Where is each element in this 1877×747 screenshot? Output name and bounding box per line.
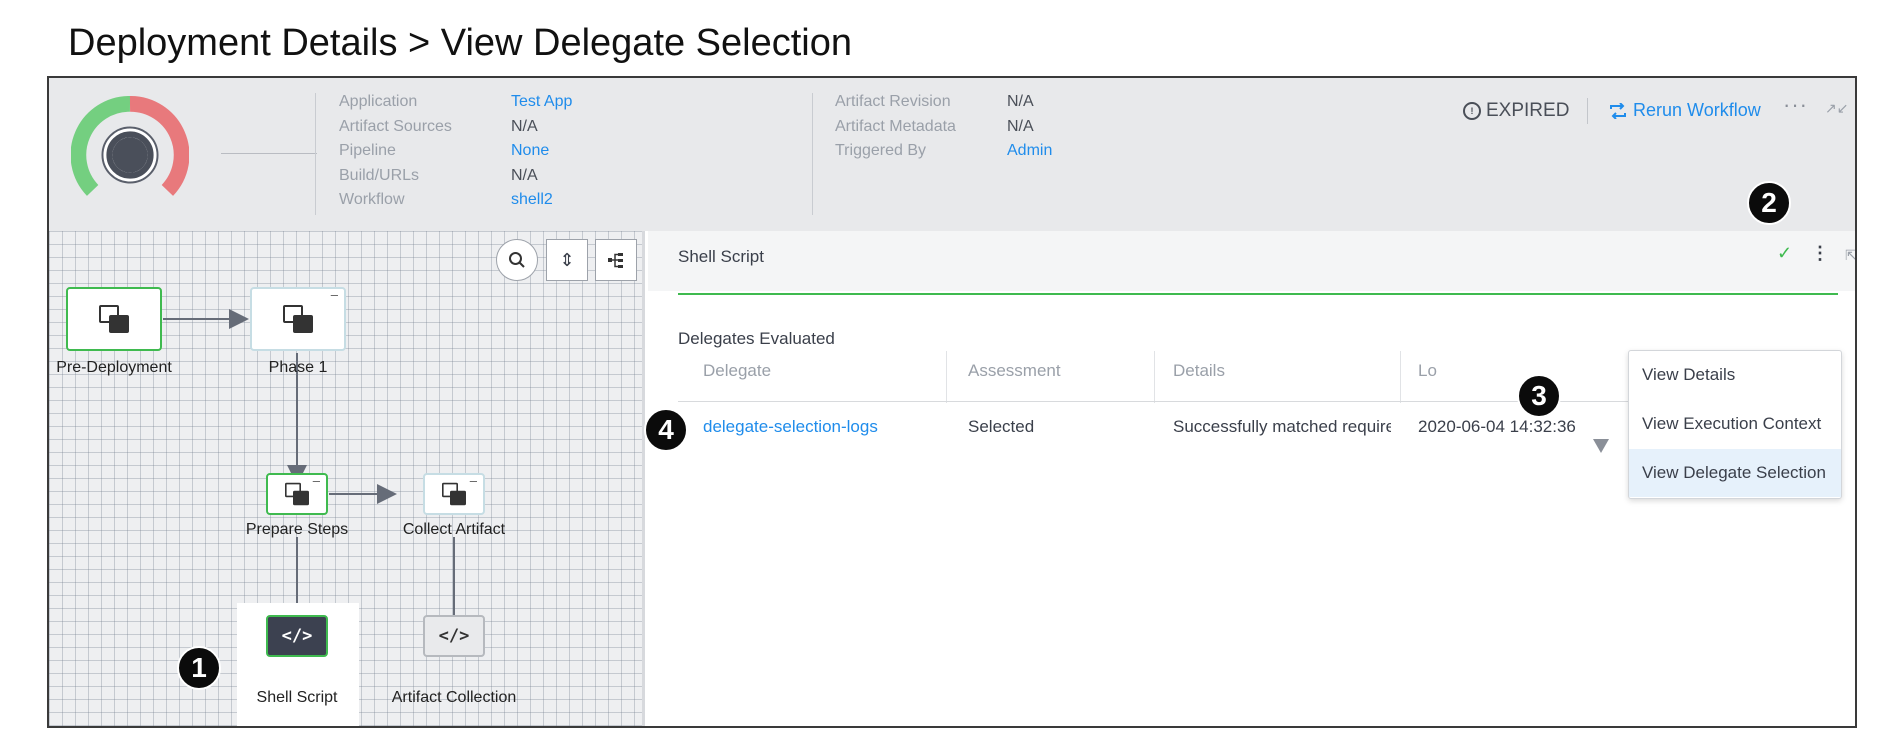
callout-4: 4 <box>644 408 688 452</box>
node-label: Shell Script <box>256 689 338 706</box>
page-title: Deployment Details > View Delegate Selec… <box>68 22 853 64</box>
status-bar <box>678 293 1838 295</box>
success-check-icon: ✓ <box>1777 243 1793 263</box>
info-labels-left: Application Artifact Sources Pipeline Bu… <box>339 90 452 213</box>
info-values-right: N/A N/A Admin <box>1007 90 1052 164</box>
info-label: Application <box>339 93 418 110</box>
artifact-metadata-value: N/A <box>1007 117 1034 135</box>
collapse-node-icon[interactable]: – <box>470 473 477 488</box>
menu-item-view-details[interactable]: View Details <box>1629 351 1841 399</box>
rerun-icon <box>1610 102 1626 119</box>
step-group-icon <box>442 482 466 506</box>
info-label: Build/URLs <box>339 166 420 184</box>
column-divider <box>1400 351 1401 403</box>
callout-3: 3 <box>1517 374 1561 418</box>
info-label: Artifact Revision <box>835 93 951 110</box>
graph-layout-button[interactable] <box>595 239 637 281</box>
info-labels-right: Artifact Revision Artifact Metadata Trig… <box>835 90 956 164</box>
column-header-details: Details <box>1173 361 1225 380</box>
step-group-icon <box>99 305 129 333</box>
rerun-workflow-button[interactable]: Rerun Workflow <box>1609 100 1761 121</box>
info-label: Workflow <box>339 191 405 208</box>
artifact-revision-value: N/A <box>1007 93 1034 110</box>
info-label: Artifact Metadata <box>835 117 956 135</box>
tree-layout-icon <box>608 253 623 268</box>
info-label: Artifact Sources <box>339 117 452 135</box>
column-header-log: Lo <box>1418 361 1437 380</box>
expand-collapse-button[interactable]: ⇕ <box>546 239 588 281</box>
header-divider <box>315 93 316 215</box>
application-link[interactable]: Test App <box>511 90 572 115</box>
gauge-connector <box>221 153 317 154</box>
callout-1: 1 <box>177 646 221 690</box>
column-sort-icon <box>1593 439 1609 453</box>
section-title: Delegates Evaluated <box>678 329 835 348</box>
phase-1-node[interactable]: – <box>250 287 346 351</box>
collapse-node-icon[interactable]: – <box>313 473 320 488</box>
menu-item-view-delegate-selection[interactable]: View Delegate Selection <box>1629 449 1841 497</box>
maximize-icon[interactable]: ⇱⇲ <box>1845 247 1855 264</box>
node-label: Prepare Steps <box>245 521 349 538</box>
workflow-graph: ⇕ Pre-Deployment – Phase 1 – Prepare Ste… <box>49 231 645 726</box>
kebab-menu-icon[interactable]: ⋮ <box>1811 243 1829 264</box>
details-header <box>648 231 1855 291</box>
step-group-icon <box>285 482 309 506</box>
graph-search-button[interactable] <box>496 239 538 281</box>
pre-deployment-node[interactable] <box>66 287 162 351</box>
delegate-link[interactable]: delegate-selection-logs <box>703 417 933 437</box>
shell-script-node[interactable]: </> <box>266 615 328 657</box>
step-group-icon <box>283 305 313 333</box>
column-divider <box>946 351 947 403</box>
info-label: Pipeline <box>339 142 396 159</box>
status-badge: ! EXPIRED <box>1463 100 1569 122</box>
expired-icon: ! <box>1463 102 1481 120</box>
node-label: Phase 1 <box>268 359 328 376</box>
rerun-workflow-label: Rerun Workflow <box>1633 100 1761 120</box>
column-divider <box>1154 351 1155 403</box>
collapse-node-icon[interactable]: – <box>331 287 338 302</box>
collect-artifact-node[interactable]: – <box>423 473 485 515</box>
assessment-cell: Selected <box>968 417 1035 436</box>
header-divider <box>1587 98 1588 124</box>
status-text: EXPIRED <box>1486 100 1570 121</box>
node-label: Collect Artifact <box>402 521 506 538</box>
deployment-details-window: Application Artifact Sources Pipeline Bu… <box>47 76 1857 728</box>
build-urls-value: N/A <box>511 166 538 184</box>
prepare-steps-node[interactable]: – <box>266 473 328 515</box>
header-divider <box>812 93 813 215</box>
log-time-cell: 2020-06-04 14:32:36 <box>1418 417 1576 436</box>
menu-item-view-execution-context[interactable]: View Execution Context <box>1629 400 1841 448</box>
details-title: Shell Script <box>678 247 764 266</box>
artifact-collection-node[interactable]: </> <box>423 615 485 657</box>
step-context-menu: View Details View Execution Context View… <box>1628 350 1842 499</box>
node-label: Pre-Deployment <box>56 359 172 376</box>
more-options-icon[interactable]: ··· <box>1783 92 1808 118</box>
collapse-icon[interactable]: ↗↙ <box>1825 100 1848 117</box>
triggered-by-link[interactable]: Admin <box>1007 139 1052 164</box>
deployment-header: Application Artifact Sources Pipeline Bu… <box>49 78 1855 231</box>
info-label: Triggered By <box>835 142 926 159</box>
status-gauge <box>71 96 189 196</box>
column-header-assessment: Assessment <box>968 361 1061 380</box>
details-cell: Successfully matched required d <box>1173 417 1391 436</box>
callout-2: 2 <box>1747 181 1791 225</box>
info-values-left: Test App N/A None N/A shell2 <box>511 90 572 213</box>
search-icon <box>509 252 525 268</box>
workflow-link[interactable]: shell2 <box>511 188 572 213</box>
node-label: Artifact Collection <box>391 689 517 706</box>
artifact-sources-value: N/A <box>511 117 538 135</box>
pipeline-link[interactable]: None <box>511 139 572 164</box>
column-header-delegate: Delegate <box>703 361 772 380</box>
chevron-updown-icon: ⇕ <box>559 249 575 270</box>
